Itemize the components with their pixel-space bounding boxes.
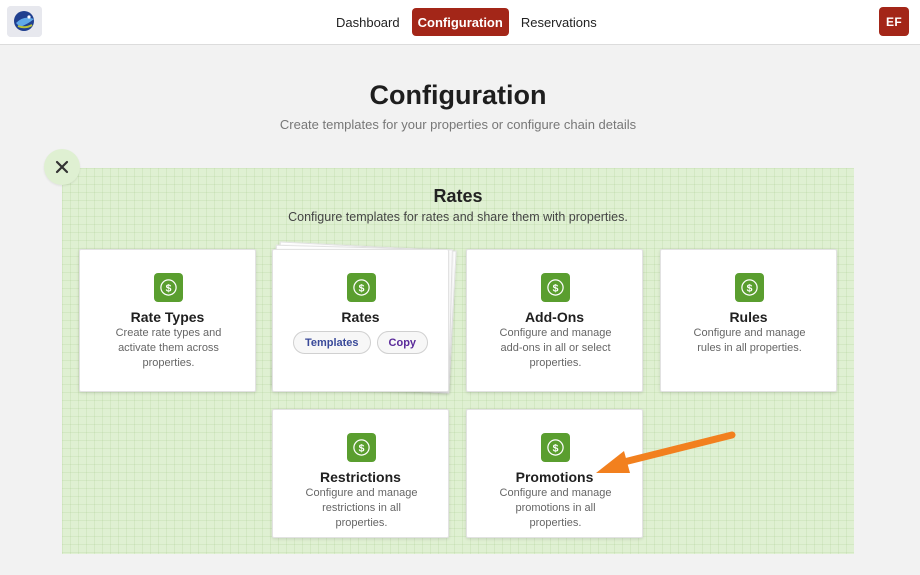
top-navigation-bar: Dashboard Configuration Reservations EF bbox=[0, 0, 920, 45]
nav-configuration[interactable]: Configuration bbox=[411, 8, 509, 36]
main-nav: Dashboard Configuration Reservations bbox=[330, 8, 603, 36]
rates-card[interactable]: $ Rates Templates Copy bbox=[272, 249, 449, 392]
svg-text:$: $ bbox=[553, 283, 559, 294]
dollar-icon: $ bbox=[347, 273, 376, 302]
panel-title: Rates bbox=[433, 186, 483, 206]
nav-reservations[interactable]: Reservations bbox=[515, 8, 603, 36]
rates-panel: Rates Configure templates for rates and … bbox=[62, 168, 854, 554]
dollar-icon: $ bbox=[735, 273, 764, 302]
user-avatar[interactable]: EF bbox=[879, 7, 909, 36]
annotation-arrow-icon bbox=[596, 431, 736, 473]
card-description: Configure and manage rules in all proper… bbox=[693, 327, 806, 354]
svg-text:$: $ bbox=[747, 283, 753, 294]
close-icon bbox=[55, 160, 69, 174]
rate-types-card[interactable]: $ Rate Types Create rate types and activ… bbox=[79, 249, 256, 392]
restrictions-card[interactable]: $ Restrictions Configure and manage rest… bbox=[272, 409, 449, 538]
page-subtitle: Create templates for your properties or … bbox=[279, 117, 637, 132]
svg-text:$: $ bbox=[359, 283, 365, 294]
card-title: Rates bbox=[341, 309, 380, 325]
rates-actions: Templates Copy bbox=[273, 331, 448, 354]
nav-dashboard[interactable]: Dashboard bbox=[330, 8, 406, 36]
svg-text:$: $ bbox=[359, 443, 365, 454]
card-title: Add-Ons bbox=[524, 309, 585, 325]
dollar-icon: $ bbox=[154, 273, 183, 302]
add-ons-card[interactable]: $ Add-Ons Configure and manage add-ons i… bbox=[466, 249, 643, 392]
card-description: Create rate types and activate them acro… bbox=[115, 327, 222, 369]
card-description: Configure and manage restrictions in all… bbox=[305, 487, 418, 529]
card-title: Rate Types bbox=[130, 309, 205, 325]
card-description: Configure and manage add-ons in all or s… bbox=[499, 327, 612, 369]
card-description: Configure and manage promotions in all p… bbox=[499, 487, 612, 529]
dollar-icon: $ bbox=[541, 273, 570, 302]
dollar-icon: $ bbox=[347, 433, 376, 462]
templates-button[interactable]: Templates bbox=[292, 331, 371, 354]
app-logo[interactable] bbox=[7, 6, 42, 37]
card-title: Rules bbox=[729, 309, 768, 325]
svg-text:$: $ bbox=[553, 443, 559, 454]
rules-card[interactable]: $ Rules Configure and manage rules in al… bbox=[660, 249, 837, 392]
card-title: Restrictions bbox=[320, 469, 401, 485]
svg-text:$: $ bbox=[166, 283, 172, 294]
close-button[interactable] bbox=[44, 149, 80, 185]
page-title: Configuration bbox=[369, 80, 547, 110]
copy-button[interactable]: Copy bbox=[376, 331, 429, 354]
panel-subtitle: Configure templates for rates and share … bbox=[288, 210, 628, 224]
dollar-icon: $ bbox=[541, 433, 570, 462]
